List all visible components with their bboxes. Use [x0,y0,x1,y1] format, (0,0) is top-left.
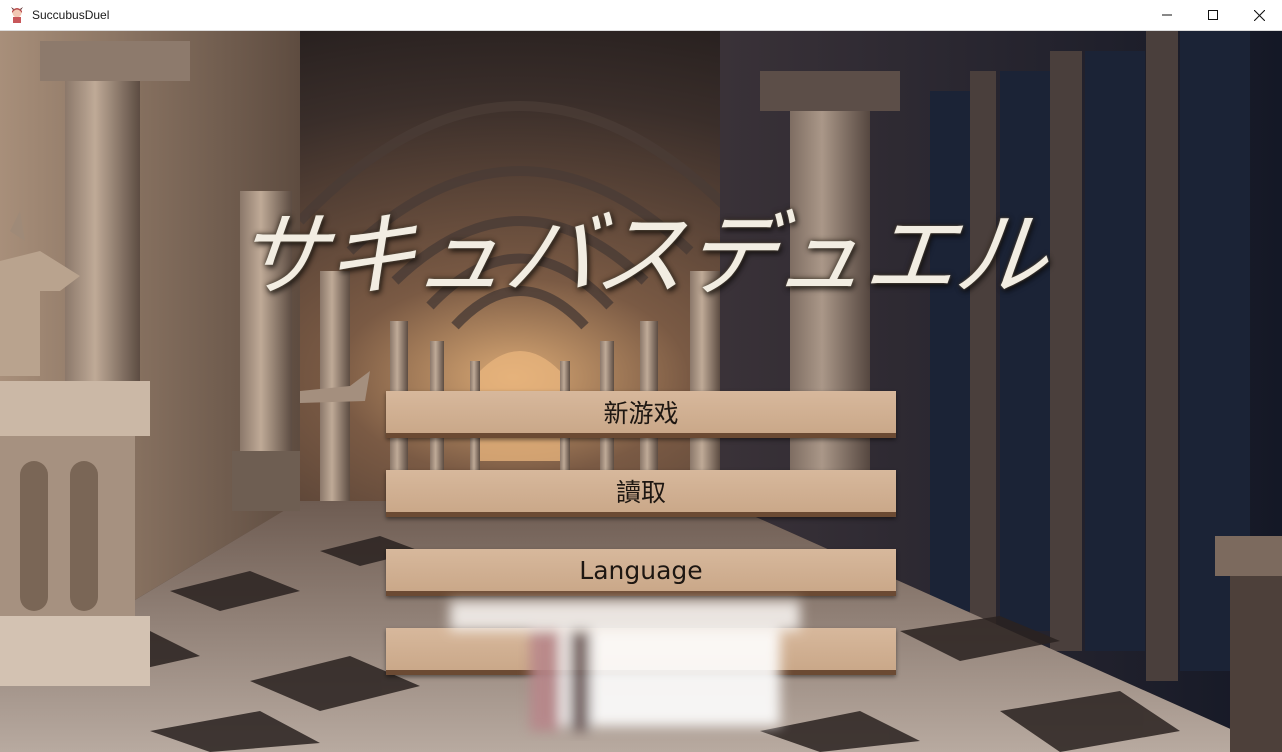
fourth-menu-button[interactable] [386,628,896,675]
game-title-logo: サキュバスデュエル [229,202,1051,309]
language-label: Language [579,555,703,585]
language-button[interactable]: Language [386,549,896,596]
load-label: 讀取 [615,478,666,507]
minimize-button[interactable] [1144,0,1190,30]
maximize-button[interactable] [1190,0,1236,30]
new-game-label: 新游戏 [603,399,679,428]
close-icon [1253,9,1265,21]
app-character-icon [11,7,23,23]
load-button[interactable]: 讀取 [386,470,896,517]
close-button[interactable] [1236,0,1282,30]
window-title: SuccubusDuel [32,8,110,22]
new-game-button[interactable]: 新游戏 [386,391,896,438]
title-bar: SuccubusDuel [0,0,1282,31]
game-window: SuccubusDuel サキュバスデュエル 新游戏 讀取 Language [0,0,1282,752]
title-screen: サキュバスデュエル 新游戏 讀取 Language [0,31,1282,752]
maximize-icon [1208,10,1218,20]
minimize-icon [1162,14,1172,16]
